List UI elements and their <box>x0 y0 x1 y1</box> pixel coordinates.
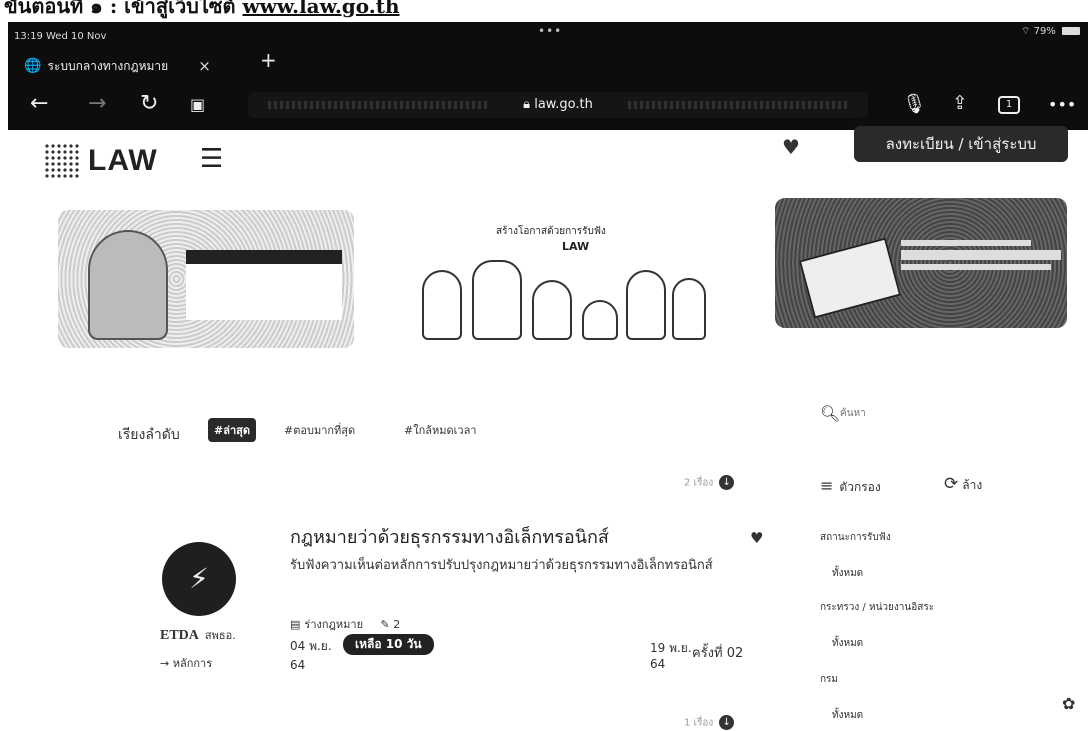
crowd-figure-icon <box>532 280 572 340</box>
clear-filter-button[interactable]: ⟳ ล้าง <box>944 474 982 495</box>
crowd-figure-icon <box>582 300 618 340</box>
round-number: ครั้งที่ 02 <box>692 646 744 661</box>
globe-icon: 🌐 <box>24 58 42 74</box>
back-arrow-icon[interactable]: ← <box>30 91 48 116</box>
login-register-button[interactable]: ลงทะเบียน / เข้าสู่ระบบ <box>854 126 1068 162</box>
filter-title: ตัวกรอง <box>839 480 881 494</box>
blurred-text <box>268 101 488 109</box>
chat-bubble-icon[interactable]: ✿ <box>1062 694 1075 713</box>
banner-opportunity[interactable]: สร้างโอกาสด้วยการรับฟัง LAW <box>412 220 712 348</box>
sort-latest-tab[interactable]: #ล่าสุด <box>208 418 256 442</box>
open-year: 64 <box>290 658 306 672</box>
person-illustration <box>88 230 168 340</box>
banner-heading-bar <box>186 250 342 264</box>
sort-label: เรียงลำดับ <box>118 427 180 443</box>
wifi-icon: ⌔ <box>1020 26 1031 37</box>
more-menu-icon[interactable]: ••• <box>1048 95 1076 114</box>
crowd-figure-icon <box>672 278 706 340</box>
agency-short: ETDA <box>160 628 199 643</box>
search-input[interactable] <box>840 404 1040 422</box>
search-icon[interactable]: 🔍︎ <box>820 404 840 423</box>
filter-header[interactable]: ≡ ตัวกรอง <box>820 476 881 497</box>
browser-chrome: 13:19 Wed 10 Nov ••• ⌔ 79% 🌐 ระบบกลางทาง… <box>8 22 1088 130</box>
address-bar[interactable]: 🔒︎ law.go.th <box>248 92 868 118</box>
reload-icon[interactable]: ↻ <box>140 91 158 116</box>
agency-name: สพธอ. <box>204 629 236 642</box>
multitask-dots[interactable]: ••• <box>538 24 562 38</box>
result-count-bottom[interactable]: 1 เรื่อง ↓ <box>684 715 735 731</box>
meta-count: 2 <box>393 618 401 631</box>
status-time: 13:19 Wed 10 Nov <box>14 31 107 42</box>
favorite-heart-icon[interactable]: ♥ <box>750 529 763 547</box>
menu-icon[interactable]: ☰ <box>200 144 223 174</box>
filter-status-title: สถานะการรับฟัง <box>820 532 891 543</box>
result-count-top[interactable]: 2 เรื่อง ↓ <box>684 475 735 491</box>
filter-department-value[interactable]: ทั้งหมด <box>832 708 863 723</box>
status-indicators: ⌔ 79% <box>1021 25 1080 38</box>
filter-ministry-value[interactable]: ทั้งหมด <box>832 636 863 651</box>
crowd-figure-icon <box>422 270 462 340</box>
caption-text: ขั้นตอนที่ ๑ : เข้าสู่เว็บไซต์ <box>4 0 236 18</box>
remaining-badge: เหลือ 10 วัน <box>343 634 434 655</box>
lock-icon: 🔒︎ <box>523 97 531 112</box>
sort-closing-soon-tab[interactable]: #ใกล้หมดเวลา <box>398 418 483 442</box>
item-title[interactable]: กฎหมายว่าด้วยธุรกรรมทางอิเล็กทรอนิกส์ <box>290 522 609 551</box>
result-count-text: 2 เรื่อง <box>684 477 714 489</box>
logo-text: LAW <box>88 144 158 177</box>
download-arrow-icon[interactable]: ↓ <box>719 475 735 490</box>
document-illustration <box>798 237 902 319</box>
agency-label: ETDA สพธอ. <box>160 626 236 644</box>
item-meta: ▤ ร่างกฎหมาย ✎ 2 <box>290 615 400 633</box>
close-year: 64 <box>650 657 666 671</box>
principle-text: หลักการ <box>172 657 213 670</box>
clear-label: ล้าง <box>962 478 983 492</box>
crowd-figure-icon <box>472 260 522 340</box>
filter-ministry-title: กระทรวง / หน่วยงานอิสระ <box>820 602 935 613</box>
banner-participation[interactable] <box>58 210 354 348</box>
law-logo-icon <box>44 143 80 179</box>
result-count-text-bottom: 1 เรื่อง <box>684 717 714 729</box>
blurred-text-2 <box>628 101 848 109</box>
crowd-figure-icon <box>626 270 666 340</box>
url-text: law.go.th <box>534 97 593 112</box>
battery-percent: 79% <box>1033 26 1056 37</box>
banner-law-reform[interactable] <box>775 198 1067 328</box>
share-icon[interactable]: ⇪ <box>952 92 968 114</box>
microphone-icon[interactable]: 🎙︎ <box>902 92 926 115</box>
antenna-icon: ⚡︎ <box>189 562 209 595</box>
forward-arrow-icon[interactable]: → <box>88 91 106 116</box>
open-date: 04 พ.ย. <box>290 639 332 653</box>
filter-status-value[interactable]: ทั้งหมด <box>832 566 863 581</box>
item-description: รับฟังความเห็นต่อหลักการปรับปรุงกฎหมายว่… <box>290 558 713 573</box>
filter-department-title: กรม <box>820 674 839 685</box>
download-arrow-icon[interactable]: ↓ <box>719 715 735 730</box>
document-caption: ขั้นตอนที่ ๑ : เข้าสู่เว็บไซต์ www.law.g… <box>4 0 400 22</box>
sort-most-answered-tab[interactable]: #ตอบมากที่สุด <box>278 418 361 442</box>
new-tab-button[interactable]: + <box>260 48 277 72</box>
filter-list-icon: ≡ <box>820 476 834 495</box>
site-logo[interactable]: LAW <box>44 143 158 179</box>
banner-logo: LAW <box>562 240 590 253</box>
principle-label: → หลักการ <box>160 654 212 672</box>
tab-switcher-button[interactable]: 1 <box>998 96 1020 114</box>
meta-type: ร่างกฎหมาย <box>304 618 364 631</box>
banner-text-block <box>901 236 1063 282</box>
document-type-icon: ▤ <box>290 618 301 631</box>
comment-icon: ✎ <box>380 618 390 631</box>
browser-tab[interactable]: 🌐 ระบบกลางทางกฎหมาย × <box>24 52 250 80</box>
banner-title: สร้างโอกาสด้วยการรับฟัง <box>496 226 606 237</box>
tab-title: ระบบกลางทางกฎหมาย <box>47 58 169 73</box>
translate-icon[interactable]: ▣ <box>190 95 205 114</box>
favorites-heart-icon[interactable]: ♥ <box>782 135 800 159</box>
arrow-icon: → <box>160 657 173 670</box>
close-date: 19 พ.ย. 64 <box>650 640 692 672</box>
caption-link: www.law.go.th <box>242 0 400 18</box>
browser-toolbar: ← → ↻ ▣ 🔒︎ law.go.th 🎙︎ ⇪ 1 ••• <box>8 86 1088 126</box>
refresh-icon: ⟳ <box>944 474 959 494</box>
battery-icon <box>1062 27 1080 35</box>
close-tab-icon[interactable]: × <box>198 57 211 75</box>
close-day: 19 พ.ย. <box>650 641 692 655</box>
status-bar: 13:19 Wed 10 Nov ••• ⌔ 79% <box>8 22 1088 44</box>
agency-avatar: ⚡︎ <box>162 542 236 616</box>
